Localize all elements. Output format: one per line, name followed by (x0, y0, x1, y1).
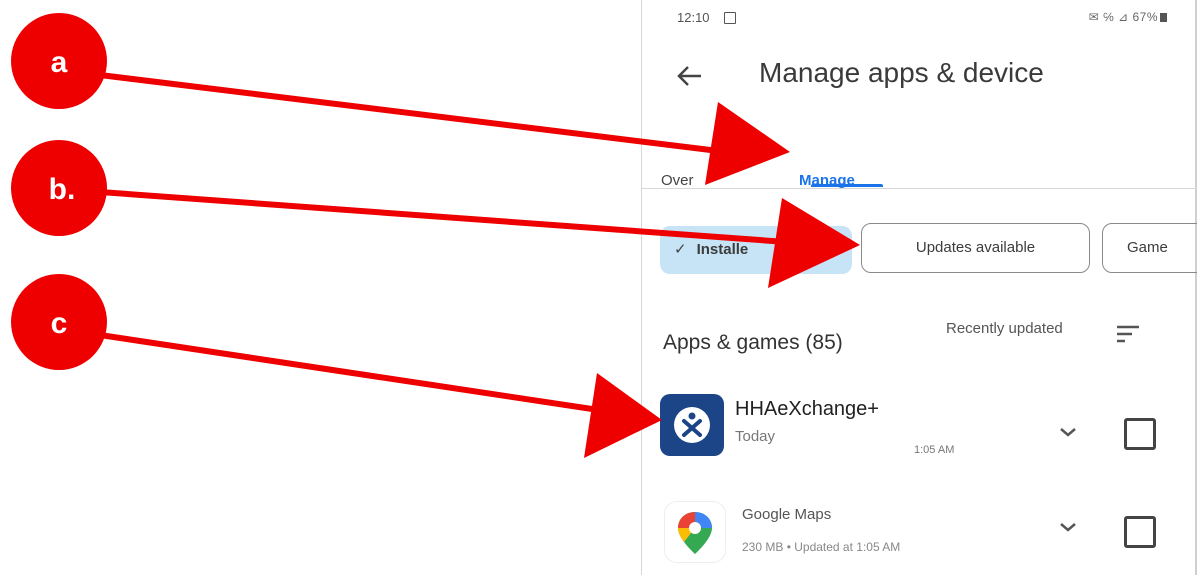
app-checkbox[interactable] (1124, 418, 1156, 450)
arrow-c-shaft (99, 332, 613, 415)
chevron-down-icon[interactable] (1057, 520, 1079, 534)
status-indicators-text: ✉ ℅ ⊿ 67% (1088, 10, 1158, 24)
filter-chip-updates-available[interactable]: Updates available (861, 223, 1090, 273)
callout-b-label: b. (49, 173, 76, 206)
phone-edge-left (641, 0, 642, 575)
filter-chip-installed-label: Installe (696, 241, 749, 258)
phone-screen: 12:10 ✉ ℅ ⊿ 67% Manage apps & device Ove… (641, 0, 1197, 575)
back-arrow-icon[interactable] (675, 61, 705, 91)
callout-c (11, 274, 107, 370)
app-subtitle: Today (735, 428, 776, 445)
battery-icon (1160, 13, 1167, 22)
tab-overview[interactable]: Over (661, 172, 694, 189)
callout-a-label: a (51, 46, 68, 79)
app-name: HHAeXchange+ (735, 398, 879, 420)
sort-label[interactable]: Recently updated (946, 320, 1063, 337)
app-checkbox[interactable] (1124, 516, 1156, 548)
arrow-a-shaft (99, 72, 736, 156)
google-maps-app-icon[interactable] (665, 502, 725, 562)
chevron-down-icon[interactable] (1057, 425, 1079, 439)
gallery-notification-icon (724, 12, 736, 24)
app-update-time: 1:05 AM (914, 444, 955, 456)
google-maps-logo (678, 512, 712, 554)
hhaexchange-logo (674, 407, 710, 443)
app-subtitle: 230 MB • Updated at 1:05 AM (742, 540, 901, 554)
page-title: Manage apps & device (759, 57, 1044, 88)
tabs-divider (641, 188, 1197, 189)
tab-active-indicator (811, 184, 883, 187)
filter-chip-installed[interactable]: ✓ Installe (660, 226, 852, 274)
filter-chip-games[interactable]: Game (1102, 223, 1197, 273)
section-title: Apps & games (85) (663, 331, 843, 354)
check-icon: ✓ (674, 241, 687, 258)
hhaexchange-app-icon[interactable] (660, 394, 724, 456)
status-indicators: ✉ ℅ ⊿ 67% (1089, 10, 1167, 24)
callout-c-label: c (51, 307, 68, 340)
app-name: Google Maps (742, 506, 832, 523)
callout-a (11, 13, 107, 109)
status-time: 12:10 (677, 10, 710, 25)
sort-icon[interactable] (1115, 323, 1141, 345)
callout-b (11, 140, 107, 236)
